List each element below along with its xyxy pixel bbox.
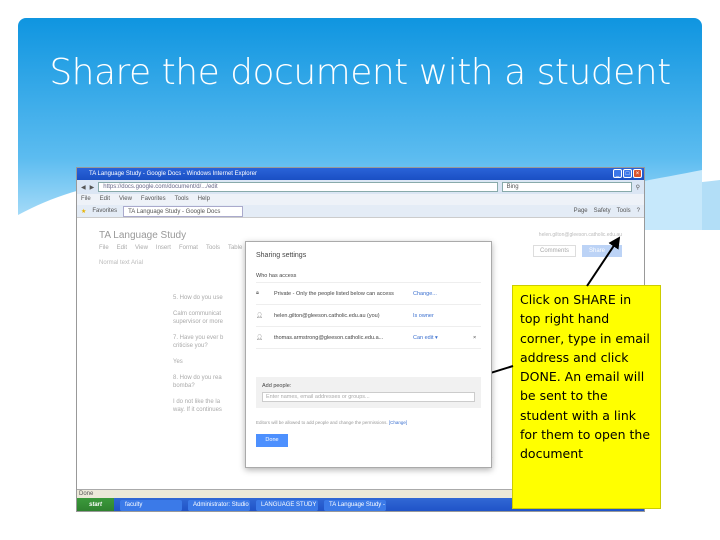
minimize-button[interactable]: _ xyxy=(613,169,622,178)
access-row: 🔒︎ Private - Only the people listed below… xyxy=(256,283,481,305)
access-name: helen.gilton@gleeson.catholic.edu.au (yo… xyxy=(274,312,380,319)
doc-menu-view[interactable]: View xyxy=(135,245,148,251)
menu-edit[interactable]: Edit xyxy=(100,194,110,205)
doc-menu-file[interactable]: File xyxy=(99,245,109,251)
dialog-title: Sharing settings xyxy=(256,252,307,259)
doc-line: way. If it continues xyxy=(173,407,222,413)
editors-note: Editors will be allowed to add people an… xyxy=(256,420,388,425)
doc-line: supervisor or more xyxy=(173,319,224,325)
doc-menu-table[interactable]: Table xyxy=(228,245,242,251)
maximize-button[interactable]: □ xyxy=(623,169,632,178)
sharing-settings-dialog: Sharing settings Who has access 🔒︎ Privat… xyxy=(245,241,492,468)
doc-line: criticise you? xyxy=(173,343,208,349)
doc-toolbar[interactable]: Normal text Arial xyxy=(99,260,143,266)
add-people-label: Add people: xyxy=(262,383,292,389)
back-icon[interactable]: ◀ xyxy=(81,184,86,191)
doc-line: Yes xyxy=(173,359,183,365)
access-row: 👤︎ thomas.armstrong@gleeson.catholic.edu.… xyxy=(256,327,481,349)
who-has-access-label: Who has access xyxy=(256,273,481,283)
browser-tab[interactable]: TA Language Study - Google Docs xyxy=(123,205,244,217)
doc-line: 7. Have you ever b xyxy=(173,335,224,341)
tools-menu[interactable]: Tools xyxy=(617,208,631,214)
done-button[interactable]: Done xyxy=(256,434,288,447)
help-icon[interactable]: ? xyxy=(637,208,640,214)
taskbar-item[interactable]: LANGUAGE STUDY xyxy=(256,500,319,511)
change-link[interactable]: Change... xyxy=(413,291,473,297)
menu-file[interactable]: File xyxy=(81,194,91,205)
doc-line: I do not like the la xyxy=(173,399,221,405)
owner-label: Is owner xyxy=(413,312,434,319)
favorites-button[interactable]: Favorites xyxy=(92,208,117,214)
lock-icon: 🔒︎ xyxy=(256,290,259,296)
person-icon: 👤︎ xyxy=(256,312,263,319)
menu-favorites[interactable]: Favorites xyxy=(141,194,166,205)
doc-menu-insert[interactable]: Insert xyxy=(156,245,171,251)
doc-body: 5. How do you use Calm communicat superv… xyxy=(173,294,233,422)
doc-title[interactable]: TA Language Study xyxy=(99,230,186,241)
doc-line: 5. How do you use xyxy=(173,295,223,301)
doc-menu-tools[interactable]: Tools xyxy=(206,245,220,251)
remove-icon[interactable]: × xyxy=(473,335,481,341)
doc-line: Calm communicat xyxy=(173,311,222,317)
user-email: helen.gilton@gleeson.catholic.edu.au xyxy=(538,232,622,238)
search-box[interactable]: Bing xyxy=(501,182,632,192)
doc-menu-format[interactable]: Format xyxy=(179,245,198,251)
menu-help[interactable]: Help xyxy=(198,194,210,205)
add-people-section: Add people: Enter names, email addresses … xyxy=(256,377,481,408)
taskbar-item[interactable]: faculty xyxy=(120,500,183,511)
doc-menu-edit[interactable]: Edit xyxy=(117,245,127,251)
menu-view[interactable]: View xyxy=(119,194,132,205)
window-titlebar: TA Language Study - Google Docs - Window… xyxy=(77,168,644,180)
safety-menu[interactable]: Safety xyxy=(594,208,611,214)
person-icon: 👤︎ xyxy=(256,334,263,341)
add-people-input[interactable]: Enter names, email addresses or groups..… xyxy=(262,392,475,402)
comments-button[interactable]: Comments xyxy=(532,245,576,257)
taskbar-item[interactable]: Administrator: Studio xyxy=(188,500,251,511)
share-button[interactable]: Share xyxy=(582,245,622,257)
slide-title: Share the document with a student xyxy=(49,52,671,93)
start-button[interactable]: start xyxy=(77,498,115,511)
search-icon[interactable]: ⚲ xyxy=(636,184,640,191)
address-bar[interactable]: https://docs.google.com/document/d/.../e… xyxy=(98,182,498,192)
page-menu[interactable]: Page xyxy=(574,208,588,214)
window-title: TA Language Study - Google Docs - Window… xyxy=(89,171,257,177)
access-row: 👤︎ helen.gilton@gleeson.catholic.edu.au (… xyxy=(256,305,481,327)
taskbar-item[interactable]: TA Language Study - ... xyxy=(324,500,387,511)
doc-line: bomba? xyxy=(173,383,195,389)
menu-tools[interactable]: Tools xyxy=(175,194,189,205)
instruction-callout: Click on SHARE in top right hand corner,… xyxy=(512,285,661,509)
star-icon: ★ xyxy=(81,208,87,215)
access-name: Private - Only the people listed below c… xyxy=(274,290,394,297)
doc-line: 8. How do you rea xyxy=(173,375,222,381)
close-button[interactable]: × xyxy=(633,169,642,178)
forward-icon[interactable]: ▶ xyxy=(90,184,95,191)
permission-dropdown[interactable]: Can edit ▾ xyxy=(413,335,473,341)
change-note-link[interactable]: [Change] xyxy=(389,420,407,425)
access-name: thomas.armstrong@gleeson.catholic.edu.a.… xyxy=(274,334,384,341)
